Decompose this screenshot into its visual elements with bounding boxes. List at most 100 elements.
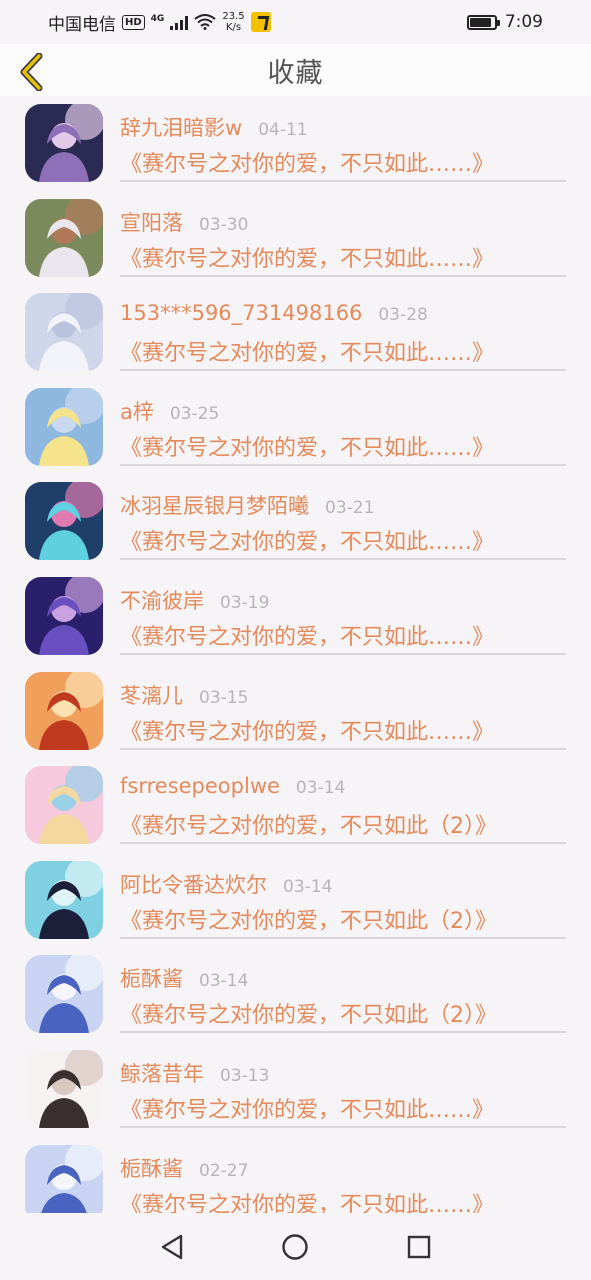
avatar[interactable] <box>25 955 103 1034</box>
favorite-meta: 冰羽星辰银月梦陌曦 03-21 <box>120 490 374 520</box>
battery-icon <box>466 14 500 30</box>
favorite-meta: 栀酥酱 03-14 <box>120 963 248 993</box>
avatar[interactable] <box>25 576 103 655</box>
avatar[interactable] <box>25 1144 103 1213</box>
status-left: 中国电信 HD 4G 23.5 K/s <box>48 10 271 35</box>
favorite-info: fsrresepeoplwe 03-14 《赛尔号之对你的爱，不只如此（2）》 <box>120 758 566 845</box>
story-title[interactable]: 《赛尔号之对你的爱，不只如此……》 <box>120 430 494 462</box>
favorite-date: 03-14 <box>283 876 333 897</box>
favorite-meta: 阿比令番达炊尔 03-14 <box>120 869 332 899</box>
avatar[interactable] <box>25 387 103 466</box>
story-title[interactable]: 《赛尔号之对你的爱，不只如此……》 <box>120 524 494 556</box>
favorite-meta: fsrresepeoplwe 03-14 <box>120 774 345 798</box>
story-title[interactable]: 《赛尔号之对你的爱，不只如此……》 <box>120 1187 494 1213</box>
story-title[interactable]: 《赛尔号之对你的爱，不只如此……》 <box>120 335 494 367</box>
chevron-left-icon <box>20 53 43 91</box>
favorite-info: 153***596_731498166 03-28 《赛尔号之对你的爱，不只如此… <box>120 285 566 372</box>
story-title[interactable]: 《赛尔号之对你的爱，不只如此（2）》 <box>120 903 497 935</box>
status-right: 7:09 <box>466 12 543 32</box>
favorite-info: a梓 03-25 《赛尔号之对你的爱，不只如此……》 <box>120 380 566 466</box>
author-name[interactable]: 栀酥酱 <box>120 1153 183 1183</box>
app-notification-icon <box>250 12 271 32</box>
author-name[interactable]: 阿比令番达炊尔 <box>120 869 267 899</box>
avatar-image <box>25 955 103 1034</box>
favorite-meta: 鲸落昔年 03-13 <box>120 1058 269 1088</box>
favorite-item[interactable]: 栀酥酱 03-14 《赛尔号之对你的爱，不只如此（2）》 <box>0 947 591 1042</box>
favorite-item[interactable]: 栀酥酱 02-27 《赛尔号之对你的爱，不只如此……》 <box>0 1137 591 1213</box>
avatar-image <box>25 1144 103 1213</box>
author-name[interactable]: 宣阳落 <box>120 207 183 237</box>
story-title[interactable]: 《赛尔号之对你的爱，不只如此（2）》 <box>120 808 497 840</box>
favorites-list[interactable]: 辞九泪暗影w 04-11 《赛尔号之对你的爱，不只如此……》 宣阳落 03-30… <box>0 96 591 1213</box>
avatar[interactable] <box>25 1049 103 1128</box>
avatar[interactable] <box>25 104 103 182</box>
favorite-item[interactable]: 宣阳落 03-30 《赛尔号之对你的爱，不只如此……》 <box>0 191 591 286</box>
story-title[interactable]: 《赛尔号之对你的爱，不只如此（2）》 <box>120 997 497 1029</box>
favorite-item[interactable]: 苳漓儿 03-15 《赛尔号之对你的爱，不只如此……》 <box>0 664 591 759</box>
story-title[interactable]: 《赛尔号之对你的爱，不只如此……》 <box>120 241 494 273</box>
favorite-item[interactable]: 辞九泪暗影w 04-11 《赛尔号之对你的爱，不只如此……》 <box>0 96 591 191</box>
favorite-item[interactable]: a梓 03-25 《赛尔号之对你的爱，不只如此……》 <box>0 380 591 475</box>
author-name[interactable]: fsrresepeoplwe <box>120 774 280 798</box>
avatar-image <box>25 766 103 845</box>
system-nav-bar <box>0 1213 591 1280</box>
favorite-info: 不渝彼岸 03-19 《赛尔号之对你的爱，不只如此……》 <box>120 569 566 655</box>
back-button[interactable] <box>14 52 50 92</box>
favorite-date: 03-15 <box>199 687 249 708</box>
favorite-date: 03-19 <box>220 592 270 613</box>
author-name[interactable]: a梓 <box>120 396 154 426</box>
avatar-image <box>25 104 103 182</box>
avatar[interactable] <box>25 860 103 939</box>
avatar-image <box>25 482 103 561</box>
favorite-date: 03-14 <box>199 971 249 992</box>
author-name[interactable]: 辞九泪暗影w <box>120 112 242 142</box>
speed-value: 23.5 <box>222 11 245 22</box>
favorite-meta: 栀酥酱 02-27 <box>120 1153 248 1183</box>
favorite-item[interactable]: 鲸落昔年 03-13 《赛尔号之对你的爱，不只如此……》 <box>0 1042 591 1137</box>
avatar[interactable] <box>25 198 103 277</box>
author-name[interactable]: 苳漓儿 <box>120 680 183 710</box>
favorite-meta: 153***596_731498166 03-28 <box>120 301 428 325</box>
author-name[interactable]: 栀酥酱 <box>120 963 183 993</box>
avatar-image <box>25 860 103 939</box>
speed-unit: K/s <box>225 22 242 33</box>
favorite-date: 03-28 <box>378 305 428 326</box>
header-bar: 收藏 <box>0 44 591 96</box>
favorite-info: 辞九泪暗影w 04-11 《赛尔号之对你的爱，不只如此……》 <box>120 96 566 182</box>
nav-recents-button[interactable] <box>399 1227 439 1267</box>
avatar-image <box>25 387 103 466</box>
favorite-date: 03-30 <box>199 214 249 235</box>
favorite-item[interactable]: fsrresepeoplwe 03-14 《赛尔号之对你的爱，不只如此（2）》 <box>0 758 591 853</box>
author-name[interactable]: 不渝彼岸 <box>120 585 204 615</box>
author-name[interactable]: 153***596_731498166 <box>120 301 362 325</box>
avatar-image <box>25 671 103 750</box>
avatar[interactable] <box>25 766 103 845</box>
favorite-info: 苳漓儿 03-15 《赛尔号之对你的爱，不只如此……》 <box>120 664 566 750</box>
wifi-icon <box>194 14 216 30</box>
story-title[interactable]: 《赛尔号之对你的爱，不只如此……》 <box>120 146 494 178</box>
author-name[interactable]: 冰羽星辰银月梦陌曦 <box>120 490 309 520</box>
favorite-item[interactable]: 阿比令番达炊尔 03-14 《赛尔号之对你的爱，不只如此（2）》 <box>0 853 591 948</box>
network-type: 4G <box>150 13 165 24</box>
avatar[interactable] <box>25 293 103 372</box>
avatar-image <box>25 576 103 655</box>
carrier-label: 中国电信 <box>48 14 116 35</box>
circle-home-icon <box>282 1233 309 1260</box>
favorite-item[interactable]: 不渝彼岸 03-19 《赛尔号之对你的爱，不只如此……》 <box>0 569 591 664</box>
favorite-info: 宣阳落 03-30 《赛尔号之对你的爱，不只如此……》 <box>120 191 566 277</box>
nav-home-button[interactable] <box>275 1227 315 1267</box>
story-title[interactable]: 《赛尔号之对你的爱，不只如此……》 <box>120 619 494 651</box>
favorite-meta: 辞九泪暗影w 04-11 <box>120 112 308 142</box>
avatar[interactable] <box>25 482 103 561</box>
favorite-item[interactable]: 冰羽星辰银月梦陌曦 03-21 《赛尔号之对你的爱，不只如此……》 <box>0 474 591 569</box>
favorite-item[interactable]: 153***596_731498166 03-28 《赛尔号之对你的爱，不只如此… <box>0 285 591 380</box>
nav-back-button[interactable] <box>152 1227 192 1267</box>
favorite-date: 03-13 <box>220 1065 270 1086</box>
story-title[interactable]: 《赛尔号之对你的爱，不只如此……》 <box>120 1092 494 1124</box>
square-recents-icon <box>407 1235 431 1258</box>
avatar[interactable] <box>25 671 103 750</box>
story-title[interactable]: 《赛尔号之对你的爱，不只如此……》 <box>120 714 494 746</box>
favorite-meta: a梓 03-25 <box>120 396 219 426</box>
favorite-info: 冰羽星辰银月梦陌曦 03-21 《赛尔号之对你的爱，不只如此……》 <box>120 474 566 561</box>
author-name[interactable]: 鲸落昔年 <box>120 1058 204 1088</box>
